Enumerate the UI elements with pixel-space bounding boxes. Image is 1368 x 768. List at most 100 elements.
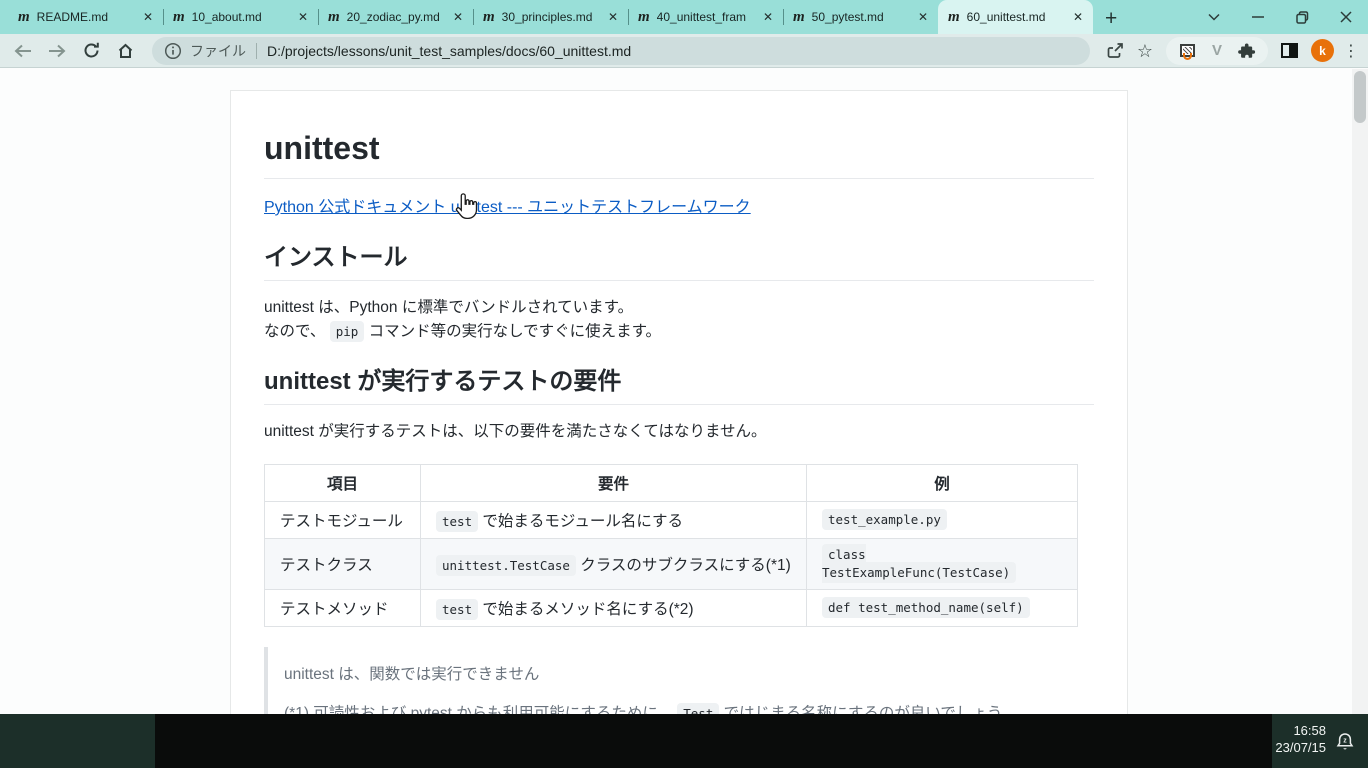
browser-viewport: unittest Python 公式ドキュメント unittest --- ユニ… xyxy=(0,69,1352,714)
bookmark-star-icon[interactable]: ☆ xyxy=(1130,37,1160,65)
req-code: test xyxy=(436,599,478,620)
example-code: test_example.py xyxy=(822,509,947,530)
tab-search-chevron-icon[interactable] xyxy=(1192,0,1236,34)
tab-close-icon[interactable]: ✕ xyxy=(760,9,776,25)
markdown-favicon-icon: m xyxy=(483,10,495,25)
footnote-1-post: ではじまる名称にするのが良いでしょう xyxy=(719,705,1002,714)
url-text[interactable]: D:/projects/lessons/unit_test_samples/do… xyxy=(267,43,631,59)
minimize-button[interactable] xyxy=(1236,0,1280,34)
new-tab-button[interactable]: + xyxy=(1105,8,1117,29)
req-text: で始まるモジュール名にする xyxy=(478,513,683,530)
tab-label: 20_zodiac_py.md xyxy=(347,10,446,24)
install-heading: インストール xyxy=(264,243,1094,281)
close-window-button[interactable] xyxy=(1324,0,1368,34)
url-separator xyxy=(256,43,257,59)
markdown-favicon-icon: m xyxy=(173,10,185,25)
tab-readme[interactable]: m README.md ✕ xyxy=(8,0,163,34)
tab-close-icon[interactable]: ✕ xyxy=(295,9,311,25)
tab-list: m README.md ✕ m 10_about.md ✕ m 20_zodia… xyxy=(0,0,1093,34)
example-code: class TestExampleFunc(TestCase) xyxy=(822,544,1016,583)
req-code: test xyxy=(436,511,478,532)
url-scheme-label: ファイル xyxy=(190,41,246,61)
doc-link-paragraph: Python 公式ドキュメント unittest --- ユニットテストフレーム… xyxy=(264,196,1094,220)
install-line2-pre: なので、 xyxy=(264,323,330,340)
tab-60-unittest-active[interactable]: m 60_unittest.md ✕ xyxy=(938,0,1093,34)
cell-item: テストモジュール xyxy=(265,502,421,539)
col-header-item: 項目 xyxy=(265,465,421,502)
pip-code: pip xyxy=(330,321,365,342)
requirements-heading: unittest が実行するテストの要件 xyxy=(264,367,1094,405)
cell-requirement: test で始まるメソッド名にする(*2) xyxy=(421,590,807,627)
extensions-puzzle-icon[interactable] xyxy=(1232,37,1262,65)
side-panel-icon[interactable] xyxy=(1274,37,1304,65)
cell-item: テストメソッド xyxy=(265,590,421,627)
install-line2-post: コマンド等の実行なしですぐに使えます。 xyxy=(364,323,661,340)
taskbar-clock[interactable]: 16:58 23/07/15 xyxy=(1275,722,1326,756)
install-line1: unittest は、Python に標準でバンドルされています。 xyxy=(264,299,633,316)
requirements-intro: unittest が実行するテストは、以下の要件を満たさなくてはなりません。 xyxy=(264,420,1094,444)
cell-example: def test_method_name(self) xyxy=(807,590,1078,627)
tab-30-principles[interactable]: m 30_principles.md ✕ xyxy=(473,0,628,34)
pinned-extensions: V xyxy=(1166,37,1268,65)
tab-40-unittest-framework[interactable]: m 40_unittest_fram ✕ xyxy=(628,0,783,34)
back-button[interactable] xyxy=(6,36,40,66)
col-header-example: 例 xyxy=(807,465,1078,502)
markdown-favicon-icon: m xyxy=(948,10,960,25)
background-window xyxy=(155,714,1272,768)
share-icon[interactable] xyxy=(1100,37,1130,65)
address-bar[interactable]: ファイル D:/projects/lessons/unit_test_sampl… xyxy=(152,37,1090,65)
tab-20-zodiac-py[interactable]: m 20_zodiac_py.md ✕ xyxy=(318,0,473,34)
table-row: テストクラス unittest.TestCase クラスのサブクラスにする(*1… xyxy=(265,539,1078,590)
req-text: で始まるメソッド名にする(*2) xyxy=(478,601,693,618)
vue-devtools-extension-icon[interactable]: V xyxy=(1202,37,1232,65)
chrome-menu-icon[interactable]: ⋮ xyxy=(1341,41,1367,61)
markdown-viewer-extension-icon[interactable] xyxy=(1172,37,1202,65)
restore-button[interactable] xyxy=(1280,0,1324,34)
req-code: unittest.TestCase xyxy=(436,555,576,576)
cell-requirement: unittest.TestCase クラスのサブクラスにする(*1) xyxy=(421,539,807,590)
window-controls xyxy=(1192,0,1368,34)
vertical-scrollbar[interactable] xyxy=(1352,69,1368,714)
markdown-favicon-icon: m xyxy=(328,10,340,25)
cell-example: class TestExampleFunc(TestCase) xyxy=(807,539,1078,590)
markdown-document: unittest Python 公式ドキュメント unittest --- ユニ… xyxy=(230,90,1128,714)
tab-strip: m README.md ✕ m 10_about.md ✕ m 20_zodia… xyxy=(0,0,1368,34)
footnote-1-code: Test xyxy=(677,703,719,714)
req-text: クラスのサブクラスにする(*1) xyxy=(576,557,791,574)
quote-footnotes: (*1) 可読性および pytest からも利用可能にするために、 Test で… xyxy=(284,702,1078,714)
forward-button[interactable] xyxy=(40,36,74,66)
example-code: def test_method_name(self) xyxy=(822,597,1030,618)
quote-line: unittest は、関数では実行できません xyxy=(284,663,1078,687)
reload-button[interactable] xyxy=(74,36,108,66)
tab-close-icon[interactable]: ✕ xyxy=(450,9,466,25)
home-button[interactable] xyxy=(108,36,142,66)
clock-date: 23/07/15 xyxy=(1275,739,1326,756)
profile-avatar[interactable]: k xyxy=(1311,39,1334,62)
cell-requirement: test で始まるモジュール名にする xyxy=(421,502,807,539)
tab-10-about[interactable]: m 10_about.md ✕ xyxy=(163,0,318,34)
tab-close-icon[interactable]: ✕ xyxy=(140,9,156,25)
cell-item: テストクラス xyxy=(265,539,421,590)
info-icon[interactable] xyxy=(164,42,182,60)
table-header-row: 項目 要件 例 xyxy=(265,465,1078,502)
tab-close-icon[interactable]: ✕ xyxy=(915,9,931,25)
tab-label: 60_unittest.md xyxy=(967,10,1066,24)
tab-close-icon[interactable]: ✕ xyxy=(1070,9,1086,25)
tab-close-icon[interactable]: ✕ xyxy=(605,9,621,25)
tab-label: 40_unittest_fram xyxy=(657,10,756,24)
scrollbar-thumb[interactable] xyxy=(1354,71,1366,123)
tab-50-pytest[interactable]: m 50_pytest.md ✕ xyxy=(783,0,938,34)
table-row: テストメソッド test で始まるメソッド名にする(*2) def test_m… xyxy=(265,590,1078,627)
windows-taskbar: 16:58 23/07/15 z xyxy=(0,714,1368,768)
page-title: unittest xyxy=(264,127,1094,179)
table-row: テストモジュール test で始まるモジュール名にする test_example… xyxy=(265,502,1078,539)
markdown-favicon-icon: m xyxy=(793,10,805,25)
install-paragraph: unittest は、Python に標準でバンドルされています。 なので、 p… xyxy=(264,296,1094,344)
browser-toolbar: ファイル D:/projects/lessons/unit_test_sampl… xyxy=(0,34,1368,68)
tab-label: README.md xyxy=(37,10,136,24)
requirements-table: 項目 要件 例 テストモジュール test で始まるモジュール名にする test… xyxy=(264,464,1078,627)
python-docs-link[interactable]: Python 公式ドキュメント unittest --- ユニットテストフレーム… xyxy=(264,199,751,216)
notification-bell-icon[interactable]: z xyxy=(1334,731,1356,753)
markdown-favicon-icon: m xyxy=(638,10,650,25)
clock-time: 16:58 xyxy=(1275,722,1326,739)
